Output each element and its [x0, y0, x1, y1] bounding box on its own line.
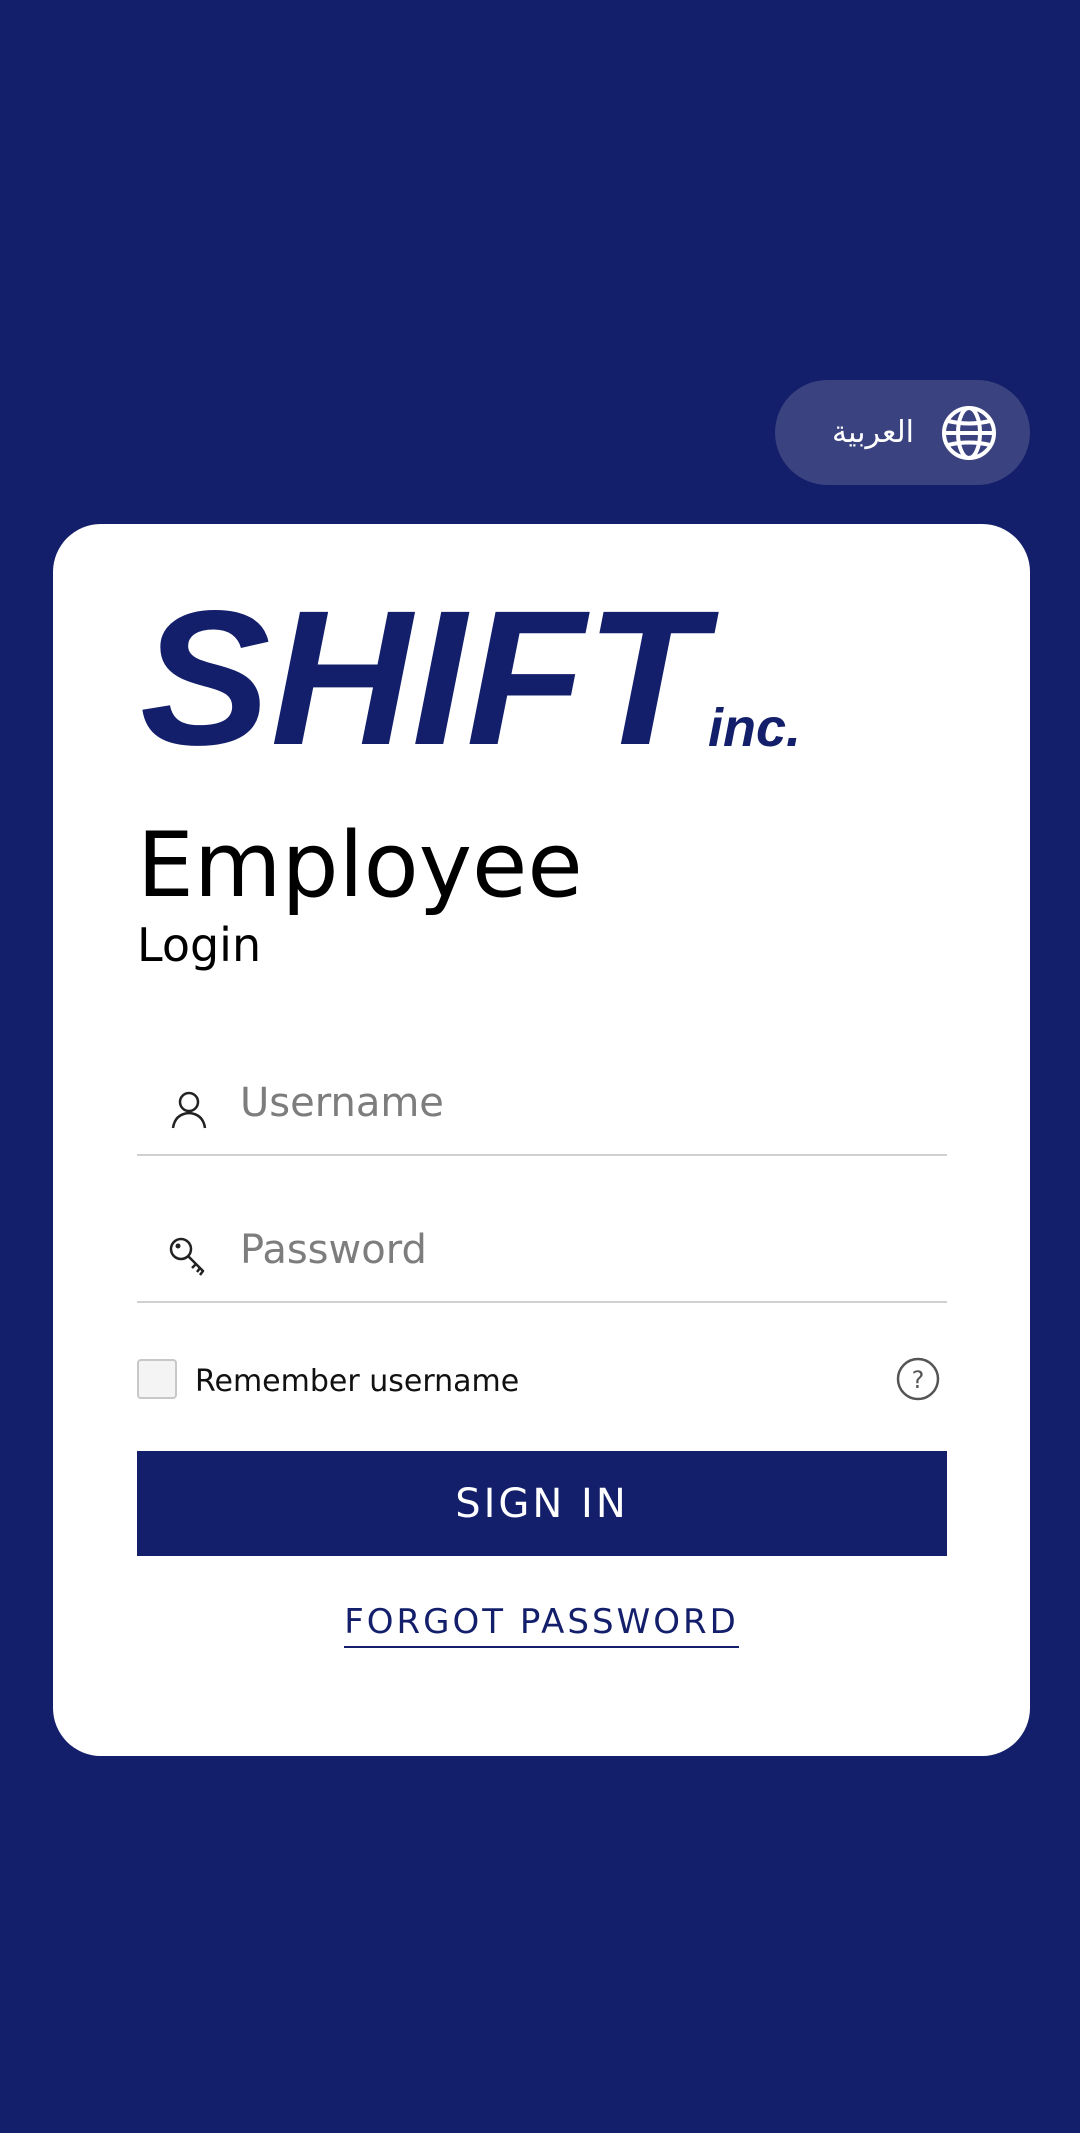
sign-in-button[interactable]: SIGN IN: [137, 1451, 947, 1556]
remember-row: Remember username ?: [137, 1356, 947, 1404]
shift-logo: SHIFT inc.: [140, 606, 800, 756]
remember-checkbox[interactable]: [137, 1359, 177, 1399]
globe-icon: [942, 405, 996, 460]
forgot-password-link[interactable]: FORGOT PASSWORD: [344, 1602, 739, 1648]
logo-text: SHIFT: [140, 606, 719, 756]
password-field: [137, 1193, 947, 1303]
logo-suffix: inc.: [708, 698, 800, 756]
language-label: العربية: [832, 415, 914, 450]
page-subtitle: Login: [137, 918, 262, 972]
key-icon: [169, 1237, 205, 1276]
language-toggle-button[interactable]: العربية: [775, 380, 1030, 485]
user-icon: [171, 1091, 207, 1129]
forgot-password-row: FORGOT PASSWORD: [53, 1602, 1030, 1648]
username-field: [137, 1046, 947, 1156]
username-input[interactable]: [240, 1068, 930, 1138]
remember-label: Remember username: [195, 1364, 520, 1399]
help-icon[interactable]: ?: [895, 1356, 941, 1402]
page-title: Employee: [137, 813, 583, 918]
svg-text:?: ?: [912, 1366, 925, 1394]
login-card: SHIFT inc. Employee Login Remember usern…: [53, 524, 1030, 1756]
password-input[interactable]: [240, 1215, 930, 1285]
